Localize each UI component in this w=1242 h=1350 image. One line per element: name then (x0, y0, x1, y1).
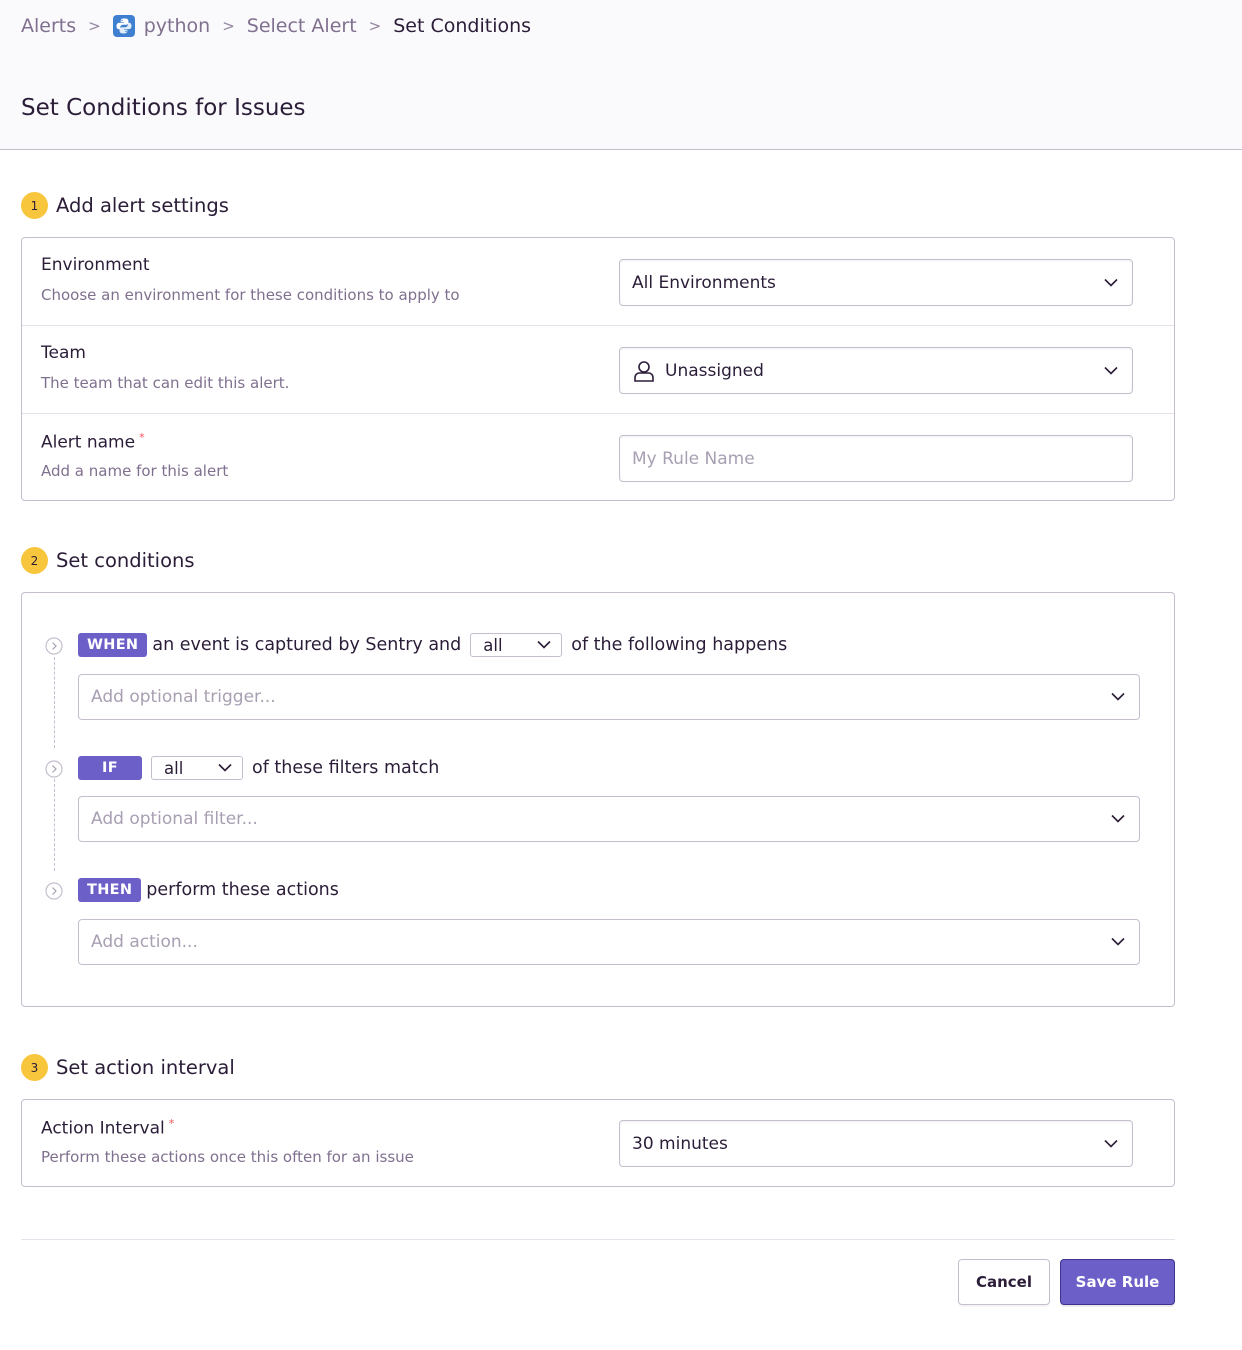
alert-name-row: Alert name * Add a name for this alert (22, 414, 1174, 502)
if-match-select[interactable]: all (151, 756, 243, 780)
action-interval-value: 30 minutes (632, 1133, 728, 1154)
chevron-down-icon (218, 763, 232, 772)
alert-settings-panel: Environment Choose an environment for th… (21, 237, 1175, 501)
page-header: Alerts > python > Select Alert > Set Con… (0, 0, 1242, 150)
when-line: WHEN an event is captured by Sentry and … (78, 633, 787, 657)
breadcrumb-current: Set Conditions (393, 15, 532, 37)
action-select-placeholder: Add action... (91, 932, 198, 952)
team-select-value: Unassigned (665, 360, 764, 381)
alert-name-help: Add a name for this alert (41, 462, 229, 480)
step-connector (54, 657, 55, 748)
if-tag: IF (78, 756, 142, 780)
step-title: Set action interval (56, 1056, 235, 1079)
chevron-down-icon (1104, 1139, 1118, 1148)
action-interval-panel: Action Interval * Perform these actions o… (21, 1099, 1175, 1187)
cancel-button[interactable]: Cancel (958, 1259, 1050, 1305)
breadcrumb: Alerts > python > Select Alert > Set Con… (21, 12, 531, 40)
chevron-down-icon (1104, 278, 1118, 287)
step-title: Set conditions (56, 549, 195, 572)
alert-name-input[interactable] (619, 435, 1133, 482)
action-interval-select[interactable]: 30 minutes (619, 1120, 1133, 1167)
conditions-panel: WHEN an event is captured by Sentry and … (21, 592, 1175, 1007)
when-prefix: an event is captured by Sentry and (152, 635, 462, 655)
save-rule-button[interactable]: Save Rule (1060, 1259, 1175, 1305)
action-interval-row: Action Interval * Perform these actions o… (22, 1100, 1174, 1188)
chevron-right-icon: > (222, 17, 235, 35)
breadcrumb-select-alert[interactable]: Select Alert (247, 15, 357, 37)
action-interval-help: Perform these actions once this often fo… (41, 1148, 414, 1166)
team-select[interactable]: Unassigned (619, 347, 1133, 394)
chevron-down-icon (537, 640, 551, 649)
team-row: Team The team that can edit this alert. … (22, 326, 1174, 414)
trigger-select-placeholder: Add optional trigger... (91, 687, 276, 707)
step-badge: 2 (21, 547, 48, 574)
step-badge: 1 (21, 192, 48, 219)
step-title: Add alert settings (56, 194, 229, 217)
when-tag: WHEN (78, 633, 148, 657)
when-suffix: of the following happens (571, 635, 788, 655)
when-match-value: all (483, 635, 503, 655)
action-interval-label-text: Action Interval (41, 1118, 165, 1139)
trigger-select[interactable]: Add optional trigger... (78, 674, 1140, 720)
then-line: THEN perform these actions (78, 878, 339, 902)
step-connector (54, 779, 55, 871)
chevron-down-icon (1111, 937, 1125, 946)
if-suffix: of these filters match (252, 758, 440, 778)
chevron-circle-icon (45, 760, 63, 778)
if-line: IF all of these filters match (78, 756, 439, 780)
environment-select[interactable]: All Environments (619, 259, 1133, 306)
footer-divider (21, 1239, 1175, 1240)
breadcrumb-project[interactable]: python (112, 15, 211, 37)
breadcrumb-project-label: python (143, 15, 211, 37)
environment-select-value: All Environments (632, 272, 776, 293)
chevron-down-icon (1111, 814, 1125, 823)
chevron-circle-icon (45, 637, 63, 655)
step-heading-conditions: 2 Set conditions (21, 547, 195, 574)
user-icon (634, 360, 654, 382)
required-indicator: * (139, 431, 145, 444)
action-select[interactable]: Add action... (78, 919, 1140, 965)
then-tag: THEN (78, 878, 142, 902)
chevron-down-icon (1111, 692, 1125, 701)
filter-select-placeholder: Add optional filter... (91, 809, 258, 829)
filter-select[interactable]: Add optional filter... (78, 796, 1140, 842)
environment-label: Environment (41, 255, 150, 275)
chevron-right-icon: > (88, 17, 101, 35)
page-title: Set Conditions for Issues (21, 95, 306, 121)
if-match-value: all (164, 758, 184, 778)
team-label: Team (41, 343, 86, 363)
step-badge: 3 (21, 1054, 48, 1081)
python-icon (112, 15, 135, 37)
environment-row: Environment Choose an environment for th… (22, 238, 1174, 326)
step-heading-interval: 3 Set action interval (21, 1054, 235, 1081)
required-indicator: * (168, 1117, 175, 1130)
chevron-circle-icon (45, 882, 63, 900)
step-heading-settings: 1 Add alert settings (21, 192, 229, 219)
alert-name-label: Alert name * (41, 431, 145, 453)
environment-help: Choose an environment for these conditio… (41, 286, 460, 304)
team-help: The team that can edit this alert. (41, 374, 290, 392)
alert-name-label-text: Alert name (41, 432, 136, 453)
chevron-right-icon: > (368, 17, 382, 35)
breadcrumb-alerts[interactable]: Alerts (21, 15, 76, 37)
chevron-down-icon (1104, 366, 1118, 375)
action-interval-label: Action Interval * (41, 1117, 174, 1139)
then-suffix: perform these actions (146, 880, 339, 900)
when-match-select[interactable]: all (470, 633, 563, 657)
